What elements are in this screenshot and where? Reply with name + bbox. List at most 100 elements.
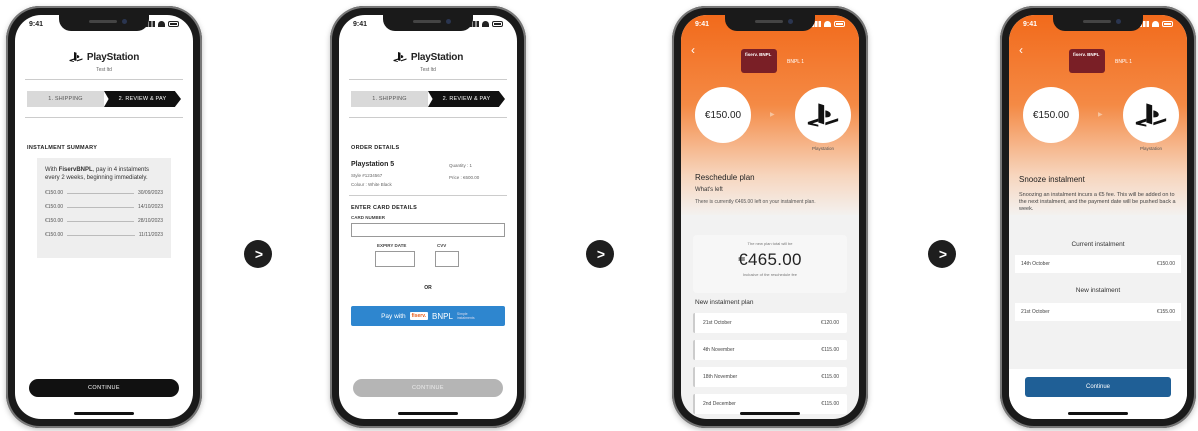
product-colour: Colour : White Black bbox=[351, 182, 392, 187]
card-number-label: CARD NUMBER bbox=[351, 215, 385, 220]
back-chevron-icon[interactable]: ‹ bbox=[691, 43, 695, 57]
brand-logo: PlayStation bbox=[15, 51, 193, 63]
back-chevron-icon[interactable]: ‹ bbox=[1019, 43, 1023, 57]
merchant-circle bbox=[795, 87, 851, 143]
wifi-icon bbox=[158, 21, 165, 27]
screen-snooze-instalment: 9:41 ‹ fiserv. BNPL BNPL 1 €150.00 ▶ Pla… bbox=[1009, 15, 1187, 419]
arrow-right-icon: ▶ bbox=[770, 112, 775, 118]
section-title: INSTALMENT SUMMARY bbox=[27, 145, 98, 151]
instalment-row: €150.00 14/10/2023 bbox=[45, 204, 163, 210]
home-indicator bbox=[1068, 412, 1128, 415]
brand-subtitle: Test ltd bbox=[420, 67, 436, 73]
product-quantity: Quantity : 1 bbox=[449, 163, 473, 168]
status-time: 9:41 bbox=[1023, 20, 1038, 28]
status-time: 9:41 bbox=[353, 20, 368, 28]
home-indicator bbox=[740, 412, 800, 415]
new-plan-heading: New instalment plan bbox=[695, 299, 754, 306]
card-number-input[interactable] bbox=[351, 223, 505, 237]
notch bbox=[1053, 15, 1143, 31]
product-price: Price : €600.00 bbox=[449, 175, 480, 180]
wifi-icon bbox=[1152, 21, 1159, 27]
notch bbox=[725, 15, 815, 31]
new-instalment-row: 21st October €155.00 bbox=[1015, 303, 1181, 321]
pay-with-label: Pay with bbox=[381, 312, 406, 320]
product-style: Style #1234567 bbox=[351, 173, 383, 178]
screen-order-details: 9:41 PlayStation Test ltd 1. SHIPPING 2.… bbox=[339, 15, 517, 419]
continue-button[interactable]: CONTINUE bbox=[29, 379, 179, 397]
checkout-steps: 1. SHIPPING 2. REVIEW & PAY bbox=[27, 91, 181, 107]
card-details-title: ENTER CARD DETAILS bbox=[351, 205, 418, 211]
merchant-circle bbox=[1123, 87, 1179, 143]
battery-icon bbox=[492, 21, 503, 27]
card-label: BNPL 1 bbox=[1115, 59, 1133, 65]
whats-left-label: What's left bbox=[695, 187, 723, 193]
brand-logo: PlayStation bbox=[339, 51, 517, 63]
new-plan-total-card: The new plan total will be €465.00 Inclu… bbox=[693, 235, 847, 293]
continue-button-disabled[interactable]: CONTINUE bbox=[353, 379, 503, 397]
total-label: The new plan total will be bbox=[747, 241, 793, 246]
pay-with-bnpl-button[interactable]: Pay with fiserv. BNPL Simple instalments bbox=[351, 306, 505, 326]
or-separator: OR bbox=[424, 285, 432, 291]
step-shipping[interactable]: 1. SHIPPING bbox=[351, 91, 428, 107]
instalment-summary-box: With FiservBNPL, pay in 4 instalments ev… bbox=[37, 158, 171, 258]
home-indicator bbox=[398, 412, 458, 415]
cvv-input[interactable] bbox=[435, 251, 459, 267]
notch bbox=[59, 15, 149, 31]
next-arrow-icon: > bbox=[586, 240, 614, 268]
amount-circle: €150.00 bbox=[695, 87, 751, 143]
playstation-icon bbox=[1135, 103, 1167, 127]
bnpl-card[interactable]: fiserv. BNPL bbox=[741, 49, 777, 73]
status-time: 9:41 bbox=[695, 20, 710, 28]
card-label: BNPL 1 bbox=[787, 59, 805, 65]
plan-row: 4th November €115.00 bbox=[693, 340, 847, 360]
playstation-icon bbox=[69, 51, 83, 63]
battery-icon bbox=[834, 21, 845, 27]
notch bbox=[383, 15, 473, 31]
brand-name: PlayStation bbox=[86, 51, 140, 63]
continue-button[interactable]: Continue bbox=[1025, 377, 1171, 397]
merchant-name: Playstation bbox=[811, 146, 834, 151]
bnpl-card[interactable]: fiserv. BNPL bbox=[1069, 49, 1105, 73]
instalment-row: €150.00 11/11/2023 bbox=[45, 232, 163, 238]
total-note: Inclusive of the reschedule fee bbox=[742, 272, 798, 277]
new-instalment-label: New instalment bbox=[1075, 287, 1121, 294]
screen-reschedule-plan: 9:41 ‹ fiserv. BNPL BNPL 1 €150.00 ▶ Pla… bbox=[681, 15, 859, 419]
phone-4: 9:41 ‹ fiserv. BNPL BNPL 1 €150.00 ▶ Pla… bbox=[1000, 6, 1196, 428]
order-details-title: ORDER DETAILS bbox=[351, 145, 400, 151]
bnpl-tagline: Simple instalments bbox=[456, 312, 475, 320]
amount-circle: €150.00 bbox=[1023, 87, 1079, 143]
plan-row: 2nd December €115.00 bbox=[693, 394, 847, 414]
step-review-pay[interactable]: 2. REVIEW & PAY bbox=[428, 91, 505, 107]
expiry-date-input[interactable] bbox=[375, 251, 415, 267]
bnpl-label: BNPL bbox=[432, 311, 453, 321]
phone-2: 9:41 PlayStation Test ltd 1. SHIPPING 2.… bbox=[330, 6, 526, 428]
plan-row: 21st October €120.00 bbox=[693, 313, 847, 333]
wifi-icon bbox=[824, 21, 831, 27]
brand-subtitle: Test ltd bbox=[96, 67, 112, 73]
phone-1: 9:41 PlayStation Test ltd 1. SHIPPING 2.… bbox=[6, 6, 202, 428]
summary-text: With FiservBNPL, pay in 4 instalments ev… bbox=[45, 167, 150, 181]
step-review-pay[interactable]: 2. REVIEW & PAY bbox=[104, 91, 181, 107]
brand-name: PlayStation bbox=[410, 51, 464, 63]
next-arrow-icon: > bbox=[928, 240, 956, 268]
expiry-label: EXPIRY DATE bbox=[377, 243, 407, 248]
wifi-icon bbox=[482, 21, 489, 27]
product-name: Playstation 5 bbox=[351, 161, 395, 168]
merchant-name: Playstation bbox=[1139, 146, 1162, 151]
current-instalment-label: Current instalment bbox=[1071, 241, 1125, 248]
step-shipping[interactable]: 1. SHIPPING bbox=[27, 91, 104, 107]
snooze-title: Snooze instalment bbox=[1019, 175, 1085, 184]
instalment-row: €150.00 30/09/2023 bbox=[45, 190, 163, 196]
instalment-row: €150.00 28/10/2023 bbox=[45, 218, 163, 224]
playstation-icon bbox=[807, 103, 839, 127]
phone-3: 9:41 ‹ fiserv. BNPL BNPL 1 €150.00 ▶ Pla… bbox=[672, 6, 868, 428]
cvv-label: CVV bbox=[437, 243, 447, 248]
screen-instalment-summary: 9:41 PlayStation Test ltd 1. SHIPPING 2.… bbox=[15, 15, 193, 419]
divider bbox=[349, 195, 507, 196]
snooze-description: Snoozing an instalment incurs a €5 fee. … bbox=[1019, 192, 1176, 212]
arrow-right-icon: ▶ bbox=[1098, 112, 1103, 118]
status-time: 9:41 bbox=[29, 20, 44, 28]
divider bbox=[25, 117, 183, 118]
fiserv-logo: fiserv. bbox=[409, 312, 429, 320]
checkout-steps: 1. SHIPPING 2. REVIEW & PAY bbox=[351, 91, 505, 107]
